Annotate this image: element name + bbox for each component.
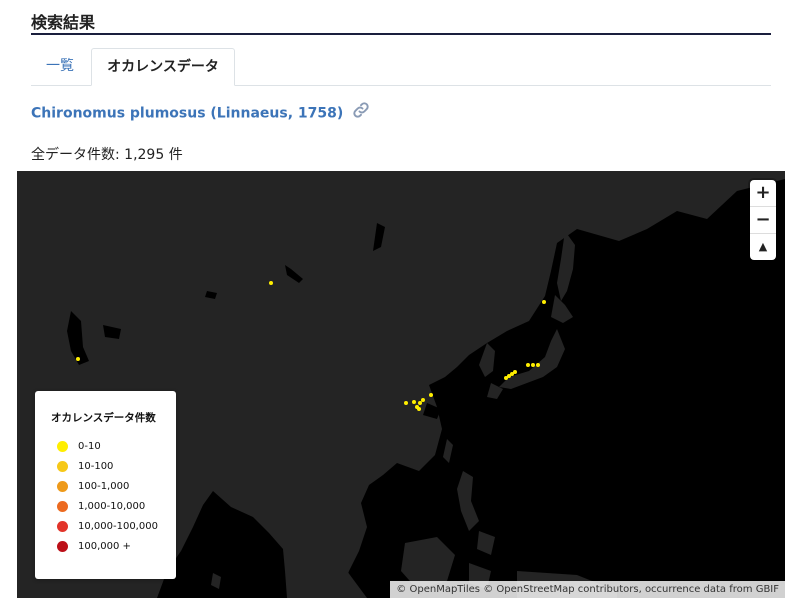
occurrence-point[interactable] bbox=[412, 400, 416, 404]
reset-north-button[interactable]: ▲ bbox=[750, 234, 776, 260]
legend-title: オカレンスデータ件数 bbox=[51, 412, 156, 424]
occurrence-map[interactable]: + − ▲ オカレンスデータ件数 0-10 10-100 100-1,000 1… bbox=[17, 171, 785, 598]
legend-swatch bbox=[57, 461, 68, 472]
occurrence-point[interactable] bbox=[531, 363, 535, 367]
openstreetmap-link[interactable]: OpenStreetMap contributors bbox=[496, 584, 638, 595]
link-icon[interactable] bbox=[352, 101, 370, 126]
legend-swatch bbox=[57, 521, 68, 532]
legend-item: 100,000 + bbox=[57, 541, 131, 557]
legend-item: 10,000-100,000 bbox=[57, 521, 158, 537]
legend-item: 10-100 bbox=[57, 461, 113, 477]
legend-swatch bbox=[57, 441, 68, 452]
zoom-out-button[interactable]: − bbox=[750, 207, 776, 234]
occurrence-point[interactable] bbox=[526, 363, 530, 367]
tab-list[interactable]: 一覧 bbox=[31, 48, 89, 85]
legend-item: 0-10 bbox=[57, 441, 101, 457]
tab-occurrence-data[interactable]: オカレンスデータ bbox=[91, 48, 235, 86]
openmaptiles-link[interactable]: OpenMapTiles bbox=[409, 584, 480, 595]
legend-item: 100-1,000 bbox=[57, 481, 129, 497]
map-attribution: © OpenMapTiles © OpenStreetMap contribut… bbox=[390, 581, 785, 598]
occurrence-point[interactable] bbox=[536, 363, 540, 367]
occurrence-point[interactable] bbox=[542, 300, 546, 304]
zoom-in-button[interactable]: + bbox=[750, 180, 776, 207]
occurrence-point[interactable] bbox=[421, 398, 425, 402]
page-title: 検索結果 bbox=[31, 9, 771, 35]
tab-bar: 一覧 オカレンスデータ bbox=[31, 48, 771, 86]
legend-swatch bbox=[57, 541, 68, 552]
occurrence-point[interactable] bbox=[418, 401, 422, 405]
gbif-link[interactable]: occurrence data from GBIF bbox=[645, 584, 779, 595]
legend-item: 1,000-10,000 bbox=[57, 501, 145, 517]
species-link[interactable]: Chironomus plumosus (Linnaeus, 1758) bbox=[31, 106, 343, 122]
legend-swatch bbox=[57, 481, 68, 492]
occurrence-point[interactable] bbox=[269, 281, 273, 285]
occurrence-point[interactable] bbox=[404, 401, 408, 405]
occurrence-point[interactable] bbox=[429, 393, 433, 397]
species-heading: Chironomus plumosus (Linnaeus, 1758) bbox=[31, 101, 370, 123]
total-records-count: 全データ件数: 1,295 件 bbox=[31, 147, 183, 163]
map-zoom-controls: + − ▲ bbox=[750, 180, 776, 260]
map-legend: オカレンスデータ件数 0-10 10-100 100-1,000 1,000-1… bbox=[35, 391, 176, 579]
occurrence-point[interactable] bbox=[415, 405, 419, 409]
legend-swatch bbox=[57, 501, 68, 512]
occurrence-point[interactable] bbox=[513, 370, 517, 374]
occurrence-point[interactable] bbox=[76, 357, 80, 361]
